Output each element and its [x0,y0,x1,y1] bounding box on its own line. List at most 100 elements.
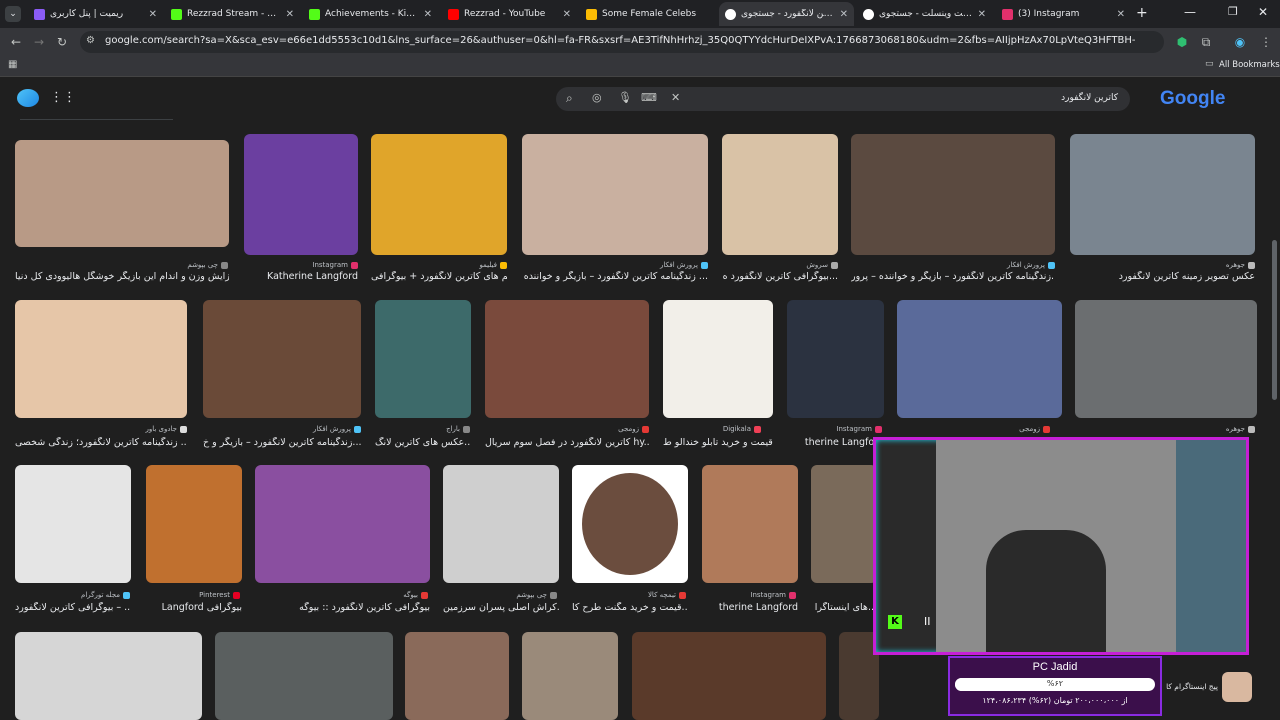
result-image-1[interactable] [15,140,229,247]
result-caption[interactable]: Langford بیوگرافی [146,602,242,613]
result-image-15[interactable] [1075,300,1257,418]
scrollbar-thumb[interactable] [1272,240,1277,400]
profile-avatar[interactable]: ◉ [1232,34,1248,50]
result-caption[interactable]: Katherine Langford [244,271,358,282]
tab-google-search-active[interactable]: کاترین لانگفورد - جستجوی Go ✕ [719,2,854,26]
result-image-26[interactable] [522,632,618,720]
result-caption[interactable]: زندگینامه کاترین لانگفورد – بازیگر و خوا… [851,271,1055,282]
result-source[interactable]: Instagram [836,425,882,433]
result-image-23[interactable] [15,632,202,720]
result-image-12[interactable] [663,300,773,418]
result-image-17[interactable] [146,465,242,583]
apps-grid-icon[interactable]: ▦ [8,59,17,70]
restore-icon[interactable]: ❐ [1228,5,1238,18]
clear-icon[interactable]: ✕ [671,91,680,104]
result-caption[interactable]: افزایش وزن و اندام این بازیگر خوشگل هالی… [15,271,229,282]
result-image-3[interactable] [371,134,507,255]
result-caption[interactable]: قیمت و خرید مگنت طرح کا... [572,602,688,613]
result-image-14[interactable] [897,300,1062,418]
tab-rezzrad-stream[interactable]: Rezzrad Stream - Watch Li ✕ [165,2,300,26]
close-icon[interactable]: ✕ [149,9,157,20]
result-image-29[interactable] [1222,672,1252,702]
result-image-25[interactable] [405,632,509,720]
result-image-13[interactable] [787,300,884,418]
google-apps-icon[interactable]: ⋮⋮ [50,90,76,105]
result-caption[interactable]: پیج اینستاگرام کا [1160,682,1218,691]
tab-remit[interactable]: ریمیت | پنل کاربری ✕ [28,2,163,26]
extensions-icon[interactable]: ⧉ [1198,34,1214,50]
result-source[interactable]: زومجی [1019,425,1050,433]
tab-some-female-celebs[interactable]: Some Female Celebs [580,2,715,26]
result-source[interactable]: چی بپوشم [516,591,557,599]
result-image-8[interactable] [15,300,187,418]
result-source[interactable]: چی بپوشم [187,261,228,269]
result-source[interactable]: Instagram [750,591,796,599]
result-caption[interactable]: بیوگرافی کاترین لانگفورد ه... [722,271,838,282]
shield-extension-icon[interactable]: ⬢ [1174,34,1190,50]
result-image-10[interactable] [375,300,471,418]
result-image-19[interactable] [443,465,559,583]
search-box[interactable]: ⌕ ◎ 🎙 ⌨ ✕ کاترین لانگفورد [556,87,1130,111]
result-source[interactable]: جوهره [1226,261,1255,269]
result-caption[interactable]: عکس های کاترین لانگ... [375,437,471,448]
result-image-20[interactable] [572,465,688,583]
result-caption[interactable]: زندگینامه کاترین لانگفورد – بازیگر و خوا… [522,271,708,282]
lens-icon[interactable]: ◎ [592,91,602,104]
result-caption[interactable]: های اینستاگرا... [811,602,877,613]
result-image-7[interactable] [1070,134,1255,255]
result-caption[interactable]: زندگینامه کاترین لانگفورد – بازیگر و خ..… [203,437,361,448]
microphone-icon[interactable]: 🎙 [618,91,632,104]
result-caption[interactable]: بیوگرافی کاترین لانگفورد :: بیوگه [255,602,430,613]
search-query[interactable]: کاترین لانگفورد [1061,93,1118,103]
result-caption[interactable]: بیوگرافی کاترین لانگفورد – ... [15,602,131,613]
url-text[interactable]: google.com/search?sa=X&sca_esv=e66e1dd55… [105,35,1135,46]
reload-icon[interactable]: ↻ [54,34,70,50]
tab-youtube[interactable]: Rezzrad - YouTube ✕ [442,2,577,26]
result-source[interactable]: بیوگه [403,591,428,599]
all-bookmarks-label[interactable]: All Bookmarks [1219,60,1280,70]
close-icon[interactable]: ✕ [1117,9,1125,20]
result-image-9[interactable] [203,300,361,418]
tab-search-menu-icon[interactable]: ⌄ [5,6,21,22]
result-source[interactable]: زومجی [618,425,649,433]
google-lens-logo-icon[interactable] [17,89,39,107]
result-image-11[interactable] [485,300,649,418]
forward-icon[interactable]: → [31,34,47,50]
result-caption[interactable]: زندگینامه کاترین لانگفورد؛ زندگی شخصی ..… [15,437,187,448]
result-source[interactable]: سروش [806,261,838,269]
result-source[interactable]: پرورش افکار [660,261,708,269]
result-source[interactable]: پرورش افکار [313,425,361,433]
result-caption[interactable]: قیمت و خرید تابلو خندالو ط... [663,437,773,448]
result-image-27[interactable] [632,632,826,720]
minimize-icon[interactable]: — [1184,5,1196,19]
result-source[interactable]: فیلیمو [479,261,507,269]
result-source[interactable]: جادوی باور [145,425,187,433]
result-source[interactable]: تیمچه کالا [648,591,686,599]
close-icon[interactable]: ✕ [840,9,848,20]
result-source[interactable]: مجله تورگرام [81,591,130,599]
result-source[interactable]: Pinterest [199,591,240,599]
tab-instagram[interactable]: (3) Instagram ✕ [996,2,1131,26]
result-image-21[interactable] [702,465,798,583]
result-caption[interactable]: therine Langford [787,437,884,448]
result-image-24[interactable] [215,632,393,720]
back-icon[interactable]: ← [8,34,24,50]
result-caption[interactable]: فیلم های کاترین لانگفورد + بیوگرافی [371,271,507,282]
close-icon[interactable]: ✕ [286,9,294,20]
result-caption[interactable]: کاترین لانگفورد در فصل سوم سریال hy... [485,437,649,448]
site-info-icon[interactable]: ⚙ [86,35,95,46]
close-window-icon[interactable]: ✕ [1258,5,1268,19]
close-icon[interactable]: ✕ [424,9,432,20]
result-source[interactable]: جوهره [1226,425,1255,433]
result-image-16[interactable] [15,465,131,583]
result-image-2[interactable] [244,134,358,255]
result-source[interactable]: Digikala [723,425,761,433]
result-image-6[interactable] [851,134,1055,255]
result-source[interactable]: پرورش افکار [1007,261,1055,269]
result-caption[interactable]: therine Langford [702,602,798,613]
result-image-22[interactable] [811,465,877,583]
result-source[interactable]: باراج [446,425,470,433]
google-logo[interactable]: Google [1160,88,1225,110]
search-icon[interactable]: ⌕ [566,91,573,106]
menu-kebab-icon[interactable]: ⋮ [1258,34,1274,50]
